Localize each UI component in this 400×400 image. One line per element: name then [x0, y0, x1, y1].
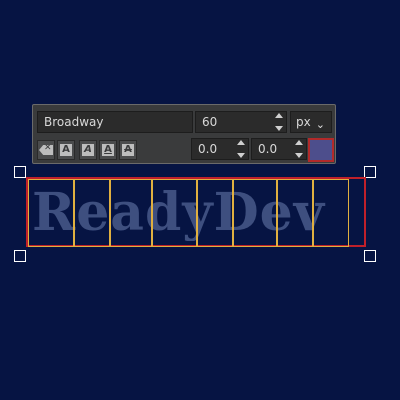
clear-style-button[interactable] — [37, 140, 55, 160]
unit-value: px — [296, 115, 311, 129]
glyph-box — [28, 179, 74, 247]
glyph-box — [74, 179, 110, 247]
glyph-box — [277, 179, 313, 247]
decrement-icon[interactable] — [237, 153, 245, 158]
underline-button[interactable]: A — [99, 140, 117, 160]
decrement-icon[interactable] — [275, 126, 283, 131]
glyph-box — [110, 179, 152, 247]
letter-spacing-field[interactable]: 0.0 — [191, 138, 249, 160]
font-size-spinner[interactable] — [274, 113, 284, 131]
increment-icon[interactable] — [295, 140, 303, 145]
strikethrough-button[interactable]: A — [119, 140, 137, 160]
decrement-icon[interactable] — [295, 153, 303, 158]
glyph-box — [233, 179, 277, 247]
italic-icon: A — [82, 144, 94, 156]
line-spacing-value: 0.0 — [258, 142, 278, 156]
letter-spacing-value: 0.0 — [198, 142, 218, 156]
resize-handle-bottom-right[interactable] — [364, 250, 376, 262]
text-layer-frame[interactable]: ReadyDev — [26, 177, 366, 247]
unit-select[interactable]: px ⌄ — [290, 111, 332, 133]
text-tool-options: Broadway 60 px ⌄ A A A A 0.0 0.0 — [32, 104, 336, 164]
font-size-field[interactable]: 60 — [195, 111, 287, 133]
increment-icon[interactable] — [237, 140, 245, 145]
resize-handle-top-left[interactable] — [14, 166, 26, 178]
text-color-swatch[interactable] — [308, 138, 334, 162]
backspace-icon — [39, 145, 53, 155]
strikethrough-icon: A — [122, 144, 134, 156]
underline-icon: A — [102, 144, 114, 156]
font-size-value: 60 — [202, 115, 218, 129]
line-spacing-spinner[interactable] — [294, 140, 304, 158]
resize-handle-bottom-left[interactable] — [14, 250, 26, 262]
glyph-box — [313, 179, 349, 247]
letter-spacing-spinner[interactable] — [236, 140, 246, 158]
bold-icon: A — [60, 144, 72, 156]
glyph-box — [152, 179, 197, 247]
font-name-value: Broadway — [44, 115, 104, 129]
font-name-field[interactable]: Broadway — [37, 111, 193, 133]
increment-icon[interactable] — [275, 113, 283, 118]
glyph-box — [197, 179, 233, 247]
chevron-down-icon: ⌄ — [315, 118, 325, 131]
italic-button[interactable]: A — [79, 140, 97, 160]
bold-button[interactable]: A — [57, 140, 75, 160]
line-spacing-field[interactable]: 0.0 — [251, 138, 307, 160]
